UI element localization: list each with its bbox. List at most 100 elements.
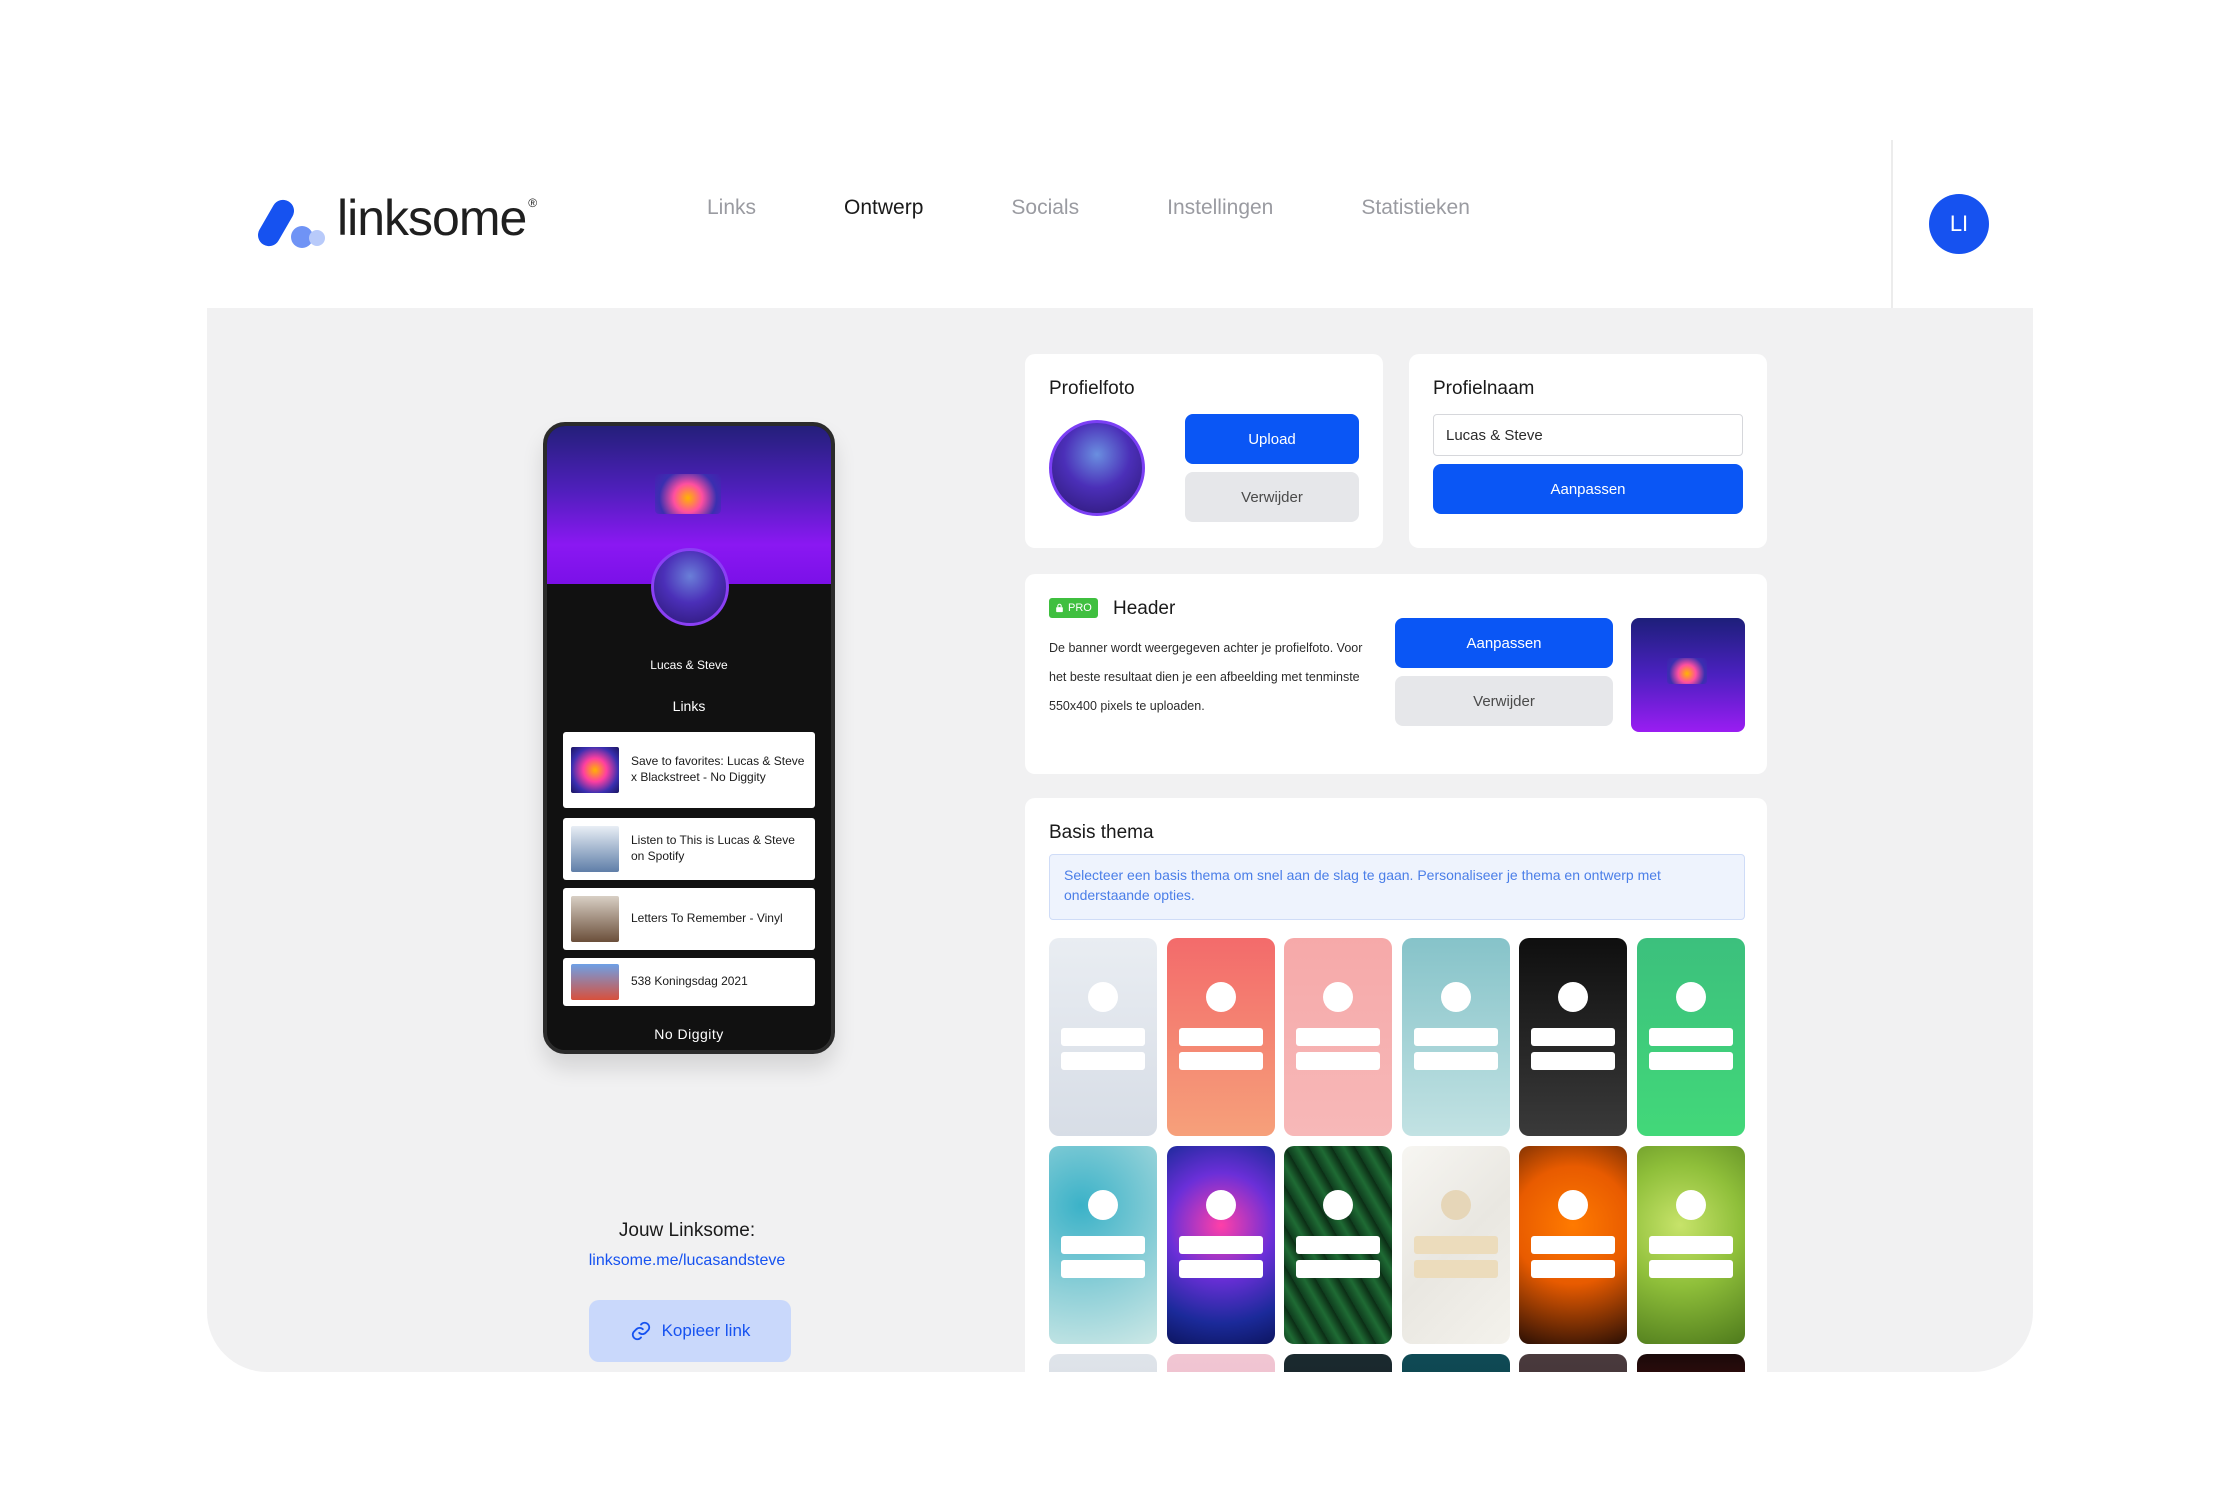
edit-header-button[interactable]: Aanpassen xyxy=(1395,618,1613,668)
theme-link-placeholder xyxy=(1649,1260,1733,1278)
theme-link-placeholder xyxy=(1531,1052,1616,1070)
card-title: Profielnaam xyxy=(1433,378,1535,399)
share-url-link[interactable]: linksome.me/lucasandsteve xyxy=(487,1252,887,1270)
phone-preview: Lucas & Steve Links Save to favorites: L… xyxy=(543,422,835,1054)
profile-photo xyxy=(1049,420,1145,516)
user-avatar[interactable]: LI xyxy=(1929,194,1989,254)
copy-link-button[interactable]: Kopieer link xyxy=(589,1300,791,1362)
theme-avatar-placeholder xyxy=(1440,1190,1471,1220)
theme-tile-coral[interactable] xyxy=(1166,938,1275,1136)
preview-link-item[interactable]: 538 Koningsdag 2021 xyxy=(563,958,815,1006)
nav-statistieken[interactable]: Statistieken xyxy=(1361,196,1470,220)
link-icon xyxy=(631,1321,650,1341)
theme-link-placeholder xyxy=(1413,1260,1498,1278)
theme-link-placeholder xyxy=(1413,1236,1498,1254)
theme-tile-light-grey[interactable] xyxy=(1049,938,1157,1136)
theme-avatar-placeholder xyxy=(1558,1190,1589,1220)
remove-photo-button[interactable]: Verwijder xyxy=(1185,472,1359,522)
theme-avatar-placeholder xyxy=(1205,1190,1236,1220)
theme-tile-marble[interactable] xyxy=(1401,1146,1510,1344)
theme-avatar-placeholder xyxy=(1323,982,1354,1012)
preview-link-item[interactable]: Listen to This is Lucas & Steve on Spoti… xyxy=(563,818,815,880)
theme-tile-black[interactable] xyxy=(1519,938,1628,1136)
theme-link-placeholder xyxy=(1061,1260,1145,1278)
card-title: Profielfoto xyxy=(1049,378,1135,399)
pro-badge: PRO xyxy=(1049,598,1098,618)
theme-avatar-placeholder xyxy=(1088,1190,1118,1220)
theme-link-placeholder xyxy=(1413,1052,1498,1070)
link-title: Save to favorites: Lucas & Steve x Black… xyxy=(631,754,805,784)
theme-avatar-placeholder xyxy=(1676,1190,1706,1220)
link-thumbnail xyxy=(571,964,619,1000)
preview-footer: No Diggity xyxy=(654,1026,724,1042)
remove-header-button[interactable]: Verwijder xyxy=(1395,676,1613,726)
theme-link-placeholder xyxy=(1531,1236,1616,1254)
theme-tile-frost[interactable] xyxy=(1049,1354,1157,1372)
theme-tile-jungle[interactable] xyxy=(1284,1146,1393,1344)
topbar-divider xyxy=(1891,140,1893,308)
upload-button[interactable]: Upload xyxy=(1185,414,1359,464)
theme-tile-dusk[interactable] xyxy=(1519,1354,1628,1372)
card-title: Header xyxy=(1113,598,1176,619)
link-thumbnail xyxy=(571,826,619,872)
preview-link-item[interactable]: Save to favorites: Lucas & Steve x Black… xyxy=(563,732,815,808)
theme-link-placeholder xyxy=(1178,1028,1263,1046)
theme-tile-green[interactable] xyxy=(1637,938,1745,1136)
nav-socials[interactable]: Socials xyxy=(1011,196,1079,220)
theme-tile-pink[interactable] xyxy=(1284,938,1393,1136)
profile-name-input[interactable] xyxy=(1433,414,1743,456)
link-thumbnail xyxy=(571,896,619,942)
main-nav: Links Ontwerp Socials Instellingen Stati… xyxy=(707,196,1558,220)
theme-tile-dark-leaves[interactable] xyxy=(1284,1354,1393,1372)
header-description: De banner wordt weergegeven achter je pr… xyxy=(1049,641,1363,713)
profile-photo-card: Profielfoto Upload Verwijder xyxy=(1025,354,1383,548)
theme-link-placeholder xyxy=(1061,1028,1145,1046)
theme-link-placeholder xyxy=(1413,1028,1498,1046)
theme-link-placeholder xyxy=(1296,1260,1381,1278)
theme-link-placeholder xyxy=(1296,1236,1381,1254)
save-name-button[interactable]: Aanpassen xyxy=(1433,464,1743,514)
header-card: PRO Header De banner wordt weergegeven a… xyxy=(1025,574,1767,774)
lock-icon xyxy=(1056,603,1063,613)
theme-tile-bokeh-green[interactable] xyxy=(1637,1146,1745,1344)
linksome-logo[interactable]: linksome ® xyxy=(253,190,538,251)
link-thumbnail xyxy=(571,747,619,793)
registered-mark: ® xyxy=(528,196,538,210)
theme-tile-color-powder[interactable] xyxy=(1166,1146,1275,1344)
nav-ontwerp[interactable]: Ontwerp xyxy=(844,196,923,220)
theme-tile-red-neon[interactable] xyxy=(1637,1354,1745,1372)
theme-link-placeholder xyxy=(1649,1236,1733,1254)
link-title: Listen to This is Lucas & Steve on Spoti… xyxy=(631,833,795,863)
preview-link-item[interactable]: Letters To Remember - Vinyl xyxy=(563,888,815,950)
nav-instellingen[interactable]: Instellingen xyxy=(1167,196,1273,220)
theme-tile-deep-teal[interactable] xyxy=(1401,1354,1510,1372)
logo-icon xyxy=(253,190,331,251)
theme-link-placeholder xyxy=(1649,1028,1733,1046)
theme-tile-orange-smoke[interactable] xyxy=(1519,1146,1628,1344)
theme-link-placeholder xyxy=(1061,1052,1145,1070)
theme-tile-aqua-paint[interactable] xyxy=(1049,1146,1157,1344)
base-theme-card: Basis thema Selecteer een basis thema om… xyxy=(1025,798,1767,1372)
theme-avatar-placeholder xyxy=(1205,982,1236,1012)
theme-link-placeholder xyxy=(1178,1260,1263,1278)
copy-link-label: Kopieer link xyxy=(661,1321,751,1340)
theme-avatar-placeholder xyxy=(1440,982,1471,1012)
banner-artwork xyxy=(655,474,721,514)
theme-link-placeholder xyxy=(1531,1028,1616,1046)
theme-link-placeholder xyxy=(1296,1028,1381,1046)
theme-avatar-placeholder xyxy=(1676,982,1706,1012)
theme-avatar-placeholder xyxy=(1323,1190,1354,1220)
header-thumbnail xyxy=(1631,618,1745,732)
logo-text: linksome xyxy=(337,190,527,246)
theme-link-placeholder xyxy=(1531,1260,1616,1278)
card-title: Basis thema xyxy=(1049,822,1154,843)
app-window: linksome ® Links Ontwerp Socials Instell… xyxy=(207,140,2033,1372)
theme-link-placeholder xyxy=(1296,1052,1381,1070)
nav-links[interactable]: Links xyxy=(707,196,756,220)
theme-info-box: Selecteer een basis thema om snel aan de… xyxy=(1049,854,1745,920)
preview-profile-name: Lucas & Steve xyxy=(650,658,728,672)
share-label: Jouw Linksome: xyxy=(618,1220,756,1241)
link-title: Letters To Remember - Vinyl xyxy=(631,911,783,926)
theme-tile-teal[interactable] xyxy=(1401,938,1510,1136)
theme-tile-blush[interactable] xyxy=(1166,1354,1275,1372)
